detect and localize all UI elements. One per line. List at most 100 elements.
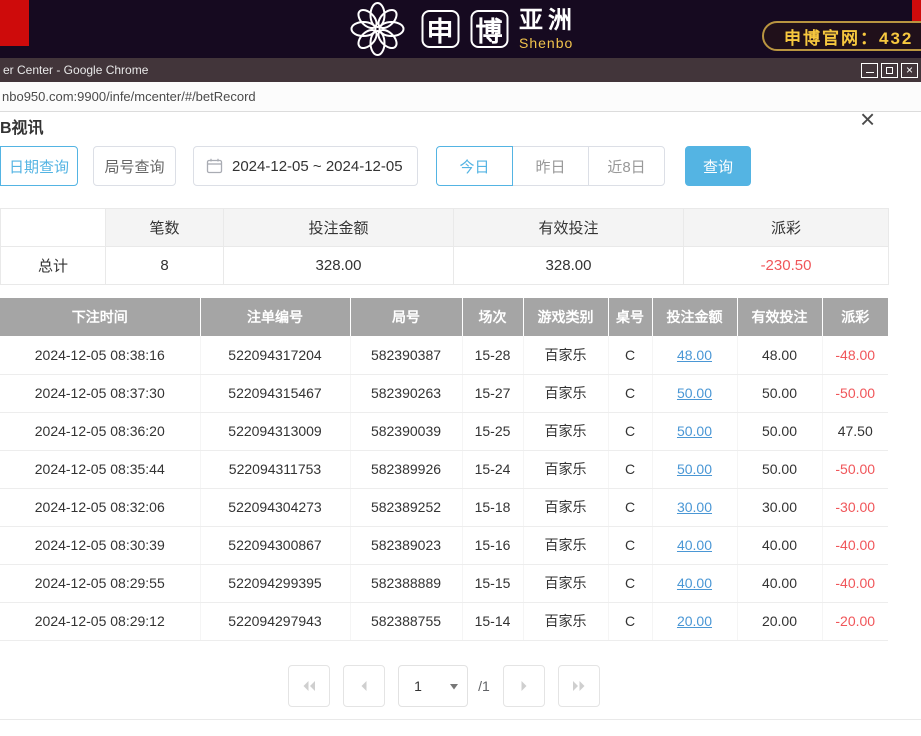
bet-records-table: 下注时间 注单编号 局号 场次 游戏类别 桌号 投注金额 有效投注 派彩 202… bbox=[0, 298, 888, 641]
round-id: 582389252 bbox=[350, 488, 462, 526]
payout: -20.00 bbox=[822, 602, 888, 640]
last-page-button[interactable] bbox=[558, 665, 600, 707]
next-page-button[interactable] bbox=[503, 665, 545, 707]
bet-amount-link[interactable]: 50.00 bbox=[652, 412, 737, 450]
round-id: 582390039 bbox=[350, 412, 462, 450]
lotus-flower-icon bbox=[344, 1, 410, 57]
window-controls: × bbox=[861, 63, 918, 78]
screen: 申 博 亚洲 Shenbo 申博官网：432 er Center - Googl… bbox=[0, 0, 921, 736]
first-page-button[interactable] bbox=[288, 665, 330, 707]
header-session: 场次 bbox=[462, 298, 523, 336]
order-id: 522094315467 bbox=[200, 374, 350, 412]
payout: -30.00 bbox=[822, 488, 888, 526]
summary-total-label: 总计 bbox=[1, 247, 106, 285]
order-id: 522094317204 bbox=[200, 336, 350, 374]
session: 15-25 bbox=[462, 412, 523, 450]
summary-total-row: 总计 8 328.00 328.00 -230.50 bbox=[1, 247, 889, 285]
order-id: 522094304273 bbox=[200, 488, 350, 526]
quick-date-group: 今日 昨日 近8日 bbox=[436, 146, 665, 186]
session: 15-28 bbox=[462, 336, 523, 374]
bet-time: 2024-12-05 08:36:20 bbox=[0, 412, 200, 450]
table-row: 2024-12-05 08:29:12522094297943582388755… bbox=[0, 602, 888, 640]
bet-amount-link[interactable]: 50.00 bbox=[652, 450, 737, 488]
summary-header-payout: 派彩 bbox=[684, 209, 889, 247]
today-button[interactable]: 今日 bbox=[436, 146, 513, 186]
round-query-tab[interactable]: 局号查询 bbox=[93, 146, 176, 186]
table-id: C bbox=[608, 412, 652, 450]
table-id: C bbox=[608, 374, 652, 412]
date-range-value: 2024-12-05 ~ 2024-12-05 bbox=[232, 158, 403, 175]
round-id: 582389023 bbox=[350, 526, 462, 564]
summary-header-empty bbox=[1, 209, 106, 247]
yesterday-button[interactable]: 昨日 bbox=[512, 146, 589, 186]
last-8-days-button[interactable]: 近8日 bbox=[588, 146, 665, 186]
minimize-icon bbox=[866, 72, 874, 73]
order-id: 522094311753 bbox=[200, 450, 350, 488]
payout: -50.00 bbox=[822, 374, 888, 412]
round-id: 582389926 bbox=[350, 450, 462, 488]
valid-bet: 20.00 bbox=[737, 602, 822, 640]
table-id: C bbox=[608, 488, 652, 526]
filter-toolbar: 日期查询 局号查询 2024-12-05 ~ 2024-12-05 今日 昨日 … bbox=[0, 146, 888, 186]
search-button[interactable]: 查询 bbox=[685, 146, 751, 186]
double-left-arrow-icon bbox=[301, 680, 317, 692]
maximize-button[interactable] bbox=[881, 63, 898, 78]
bet-amount-link[interactable]: 20.00 bbox=[652, 602, 737, 640]
address-bar[interactable]: nbo950.com:9900/infe/mcenter/#/betRecord bbox=[0, 82, 921, 112]
header-bet-time: 下注时间 bbox=[0, 298, 200, 336]
bet-amount-link[interactable]: 30.00 bbox=[652, 488, 737, 526]
table-row: 2024-12-05 08:30:39522094300867582389023… bbox=[0, 526, 888, 564]
brand-banner: 申 博 亚洲 Shenbo 申博官网：432 bbox=[0, 0, 921, 58]
payout: -48.00 bbox=[822, 336, 888, 374]
bottom-divider bbox=[0, 719, 921, 720]
payout: -50.00 bbox=[822, 450, 888, 488]
summary-valid-bet: 328.00 bbox=[454, 247, 684, 285]
close-window-button[interactable]: × bbox=[901, 63, 918, 78]
payout: -40.00 bbox=[822, 564, 888, 602]
session: 15-16 bbox=[462, 526, 523, 564]
summary-header-count: 笔数 bbox=[106, 209, 224, 247]
order-id: 522094313009 bbox=[200, 412, 350, 450]
brand-char-shen: 申 bbox=[421, 10, 459, 48]
table-row: 2024-12-05 08:38:16522094317204582390387… bbox=[0, 336, 888, 374]
bet-amount-link[interactable]: 40.00 bbox=[652, 564, 737, 602]
valid-bet: 40.00 bbox=[737, 526, 822, 564]
valid-bet: 50.00 bbox=[737, 374, 822, 412]
bet-time: 2024-12-05 08:30:39 bbox=[0, 526, 200, 564]
brand-region-label: 亚洲 bbox=[519, 7, 577, 35]
maximize-icon bbox=[886, 67, 893, 74]
records-header-row: 下注时间 注单编号 局号 场次 游戏类别 桌号 投注金额 有效投注 派彩 bbox=[0, 298, 888, 336]
close-icon: × bbox=[906, 64, 913, 76]
page-select[interactable]: 1 bbox=[398, 665, 468, 707]
table-row: 2024-12-05 08:37:30522094315467582390263… bbox=[0, 374, 888, 412]
browser-titlebar: er Center - Google Chrome × bbox=[0, 58, 921, 82]
session: 15-24 bbox=[462, 450, 523, 488]
table-id: C bbox=[608, 602, 652, 640]
date-range-input[interactable]: 2024-12-05 ~ 2024-12-05 bbox=[193, 146, 418, 186]
bet-record-page: B视讯 × 日期查询 局号查询 2024-12-05 ~ 2024-12-05 … bbox=[0, 113, 921, 736]
valid-bet: 48.00 bbox=[737, 336, 822, 374]
bet-amount-link[interactable]: 50.00 bbox=[652, 374, 737, 412]
calendar-icon bbox=[206, 158, 223, 174]
round-id: 582388755 bbox=[350, 602, 462, 640]
prev-page-button[interactable] bbox=[343, 665, 385, 707]
right-arrow-icon bbox=[519, 680, 529, 692]
header-payout: 派彩 bbox=[822, 298, 888, 336]
panel-close-icon[interactable]: × bbox=[860, 106, 875, 132]
table-id: C bbox=[608, 564, 652, 602]
session: 15-18 bbox=[462, 488, 523, 526]
header-table-id: 桌号 bbox=[608, 298, 652, 336]
session: 15-15 bbox=[462, 564, 523, 602]
order-id: 522094300867 bbox=[200, 526, 350, 564]
summary-header-row: 笔数 投注金额 有效投注 派彩 bbox=[1, 209, 889, 247]
valid-bet: 50.00 bbox=[737, 412, 822, 450]
game-type: 百家乐 bbox=[523, 412, 608, 450]
bet-amount-link[interactable]: 48.00 bbox=[652, 336, 737, 374]
bet-amount-link[interactable]: 40.00 bbox=[652, 526, 737, 564]
minimize-button[interactable] bbox=[861, 63, 878, 78]
double-right-arrow-icon bbox=[571, 680, 587, 692]
date-query-tab[interactable]: 日期查询 bbox=[0, 146, 78, 186]
bet-time: 2024-12-05 08:35:44 bbox=[0, 450, 200, 488]
valid-bet: 50.00 bbox=[737, 450, 822, 488]
game-type: 百家乐 bbox=[523, 488, 608, 526]
